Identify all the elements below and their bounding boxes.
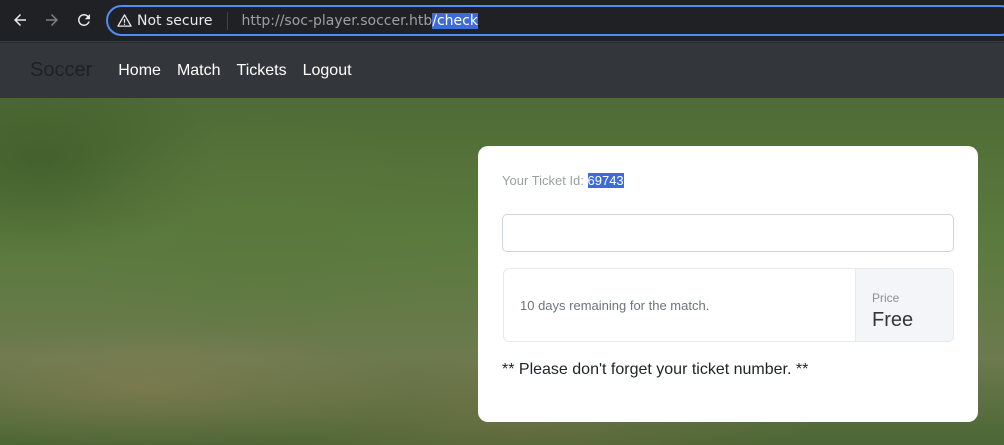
- url-divider: [226, 11, 228, 30]
- site-navbar: Soccer Home Match Tickets Logout: [0, 43, 1004, 98]
- ticket-id-line: Your Ticket Id: 69743: [502, 173, 624, 188]
- nav-link-logout[interactable]: Logout: [303, 62, 352, 80]
- arrow-right-icon: [46, 14, 58, 26]
- warning-icon: [117, 14, 132, 27]
- address-bar[interactable]: Not secure http://soc-player.soccer.htb /…: [106, 5, 1004, 36]
- reload-icon: [77, 13, 90, 26]
- price-value: Free: [872, 309, 914, 331]
- nav-link-tickets[interactable]: Tickets: [237, 62, 287, 80]
- arrow-left-icon: [14, 14, 26, 26]
- url-text[interactable]: http://soc-player.soccer.htb/check: [241, 12, 478, 29]
- nav-link-match[interactable]: Match: [177, 62, 221, 80]
- not-secure-label: Not secure: [137, 12, 213, 29]
- reload-button[interactable]: [73, 9, 95, 31]
- ticket-id-label: Your Ticket Id:: [502, 173, 588, 188]
- security-indicator[interactable]: Not secure: [108, 7, 213, 34]
- ticket-check-input[interactable]: [502, 214, 954, 252]
- ticket-card: Your Ticket Id: 69743 10 days remaining …: [478, 146, 978, 422]
- url-path-selected: /check: [432, 12, 478, 29]
- browser-toolbar: Not secure http://soc-player.soccer.htb /…: [0, 0, 1004, 42]
- match-info-box: 10 days remaining for the match. Price F…: [503, 268, 954, 342]
- price-label: Price: [872, 291, 900, 305]
- forward-button[interactable]: [41, 9, 63, 31]
- remaining-section: 10 days remaining for the match.: [504, 269, 855, 341]
- back-button[interactable]: [9, 9, 31, 31]
- price-section: Price Free: [855, 269, 953, 341]
- ticket-id-value: 69743: [587, 173, 624, 188]
- url-host: http://soc-player.soccer.htb: [241, 12, 433, 29]
- ticket-reminder-text: ** Please don't forget your ticket numbe…: [502, 361, 809, 378]
- brand-logo[interactable]: Soccer: [30, 59, 92, 82]
- nav-link-home[interactable]: Home: [118, 62, 161, 80]
- days-remaining-text: 10 days remaining for the match.: [520, 297, 710, 313]
